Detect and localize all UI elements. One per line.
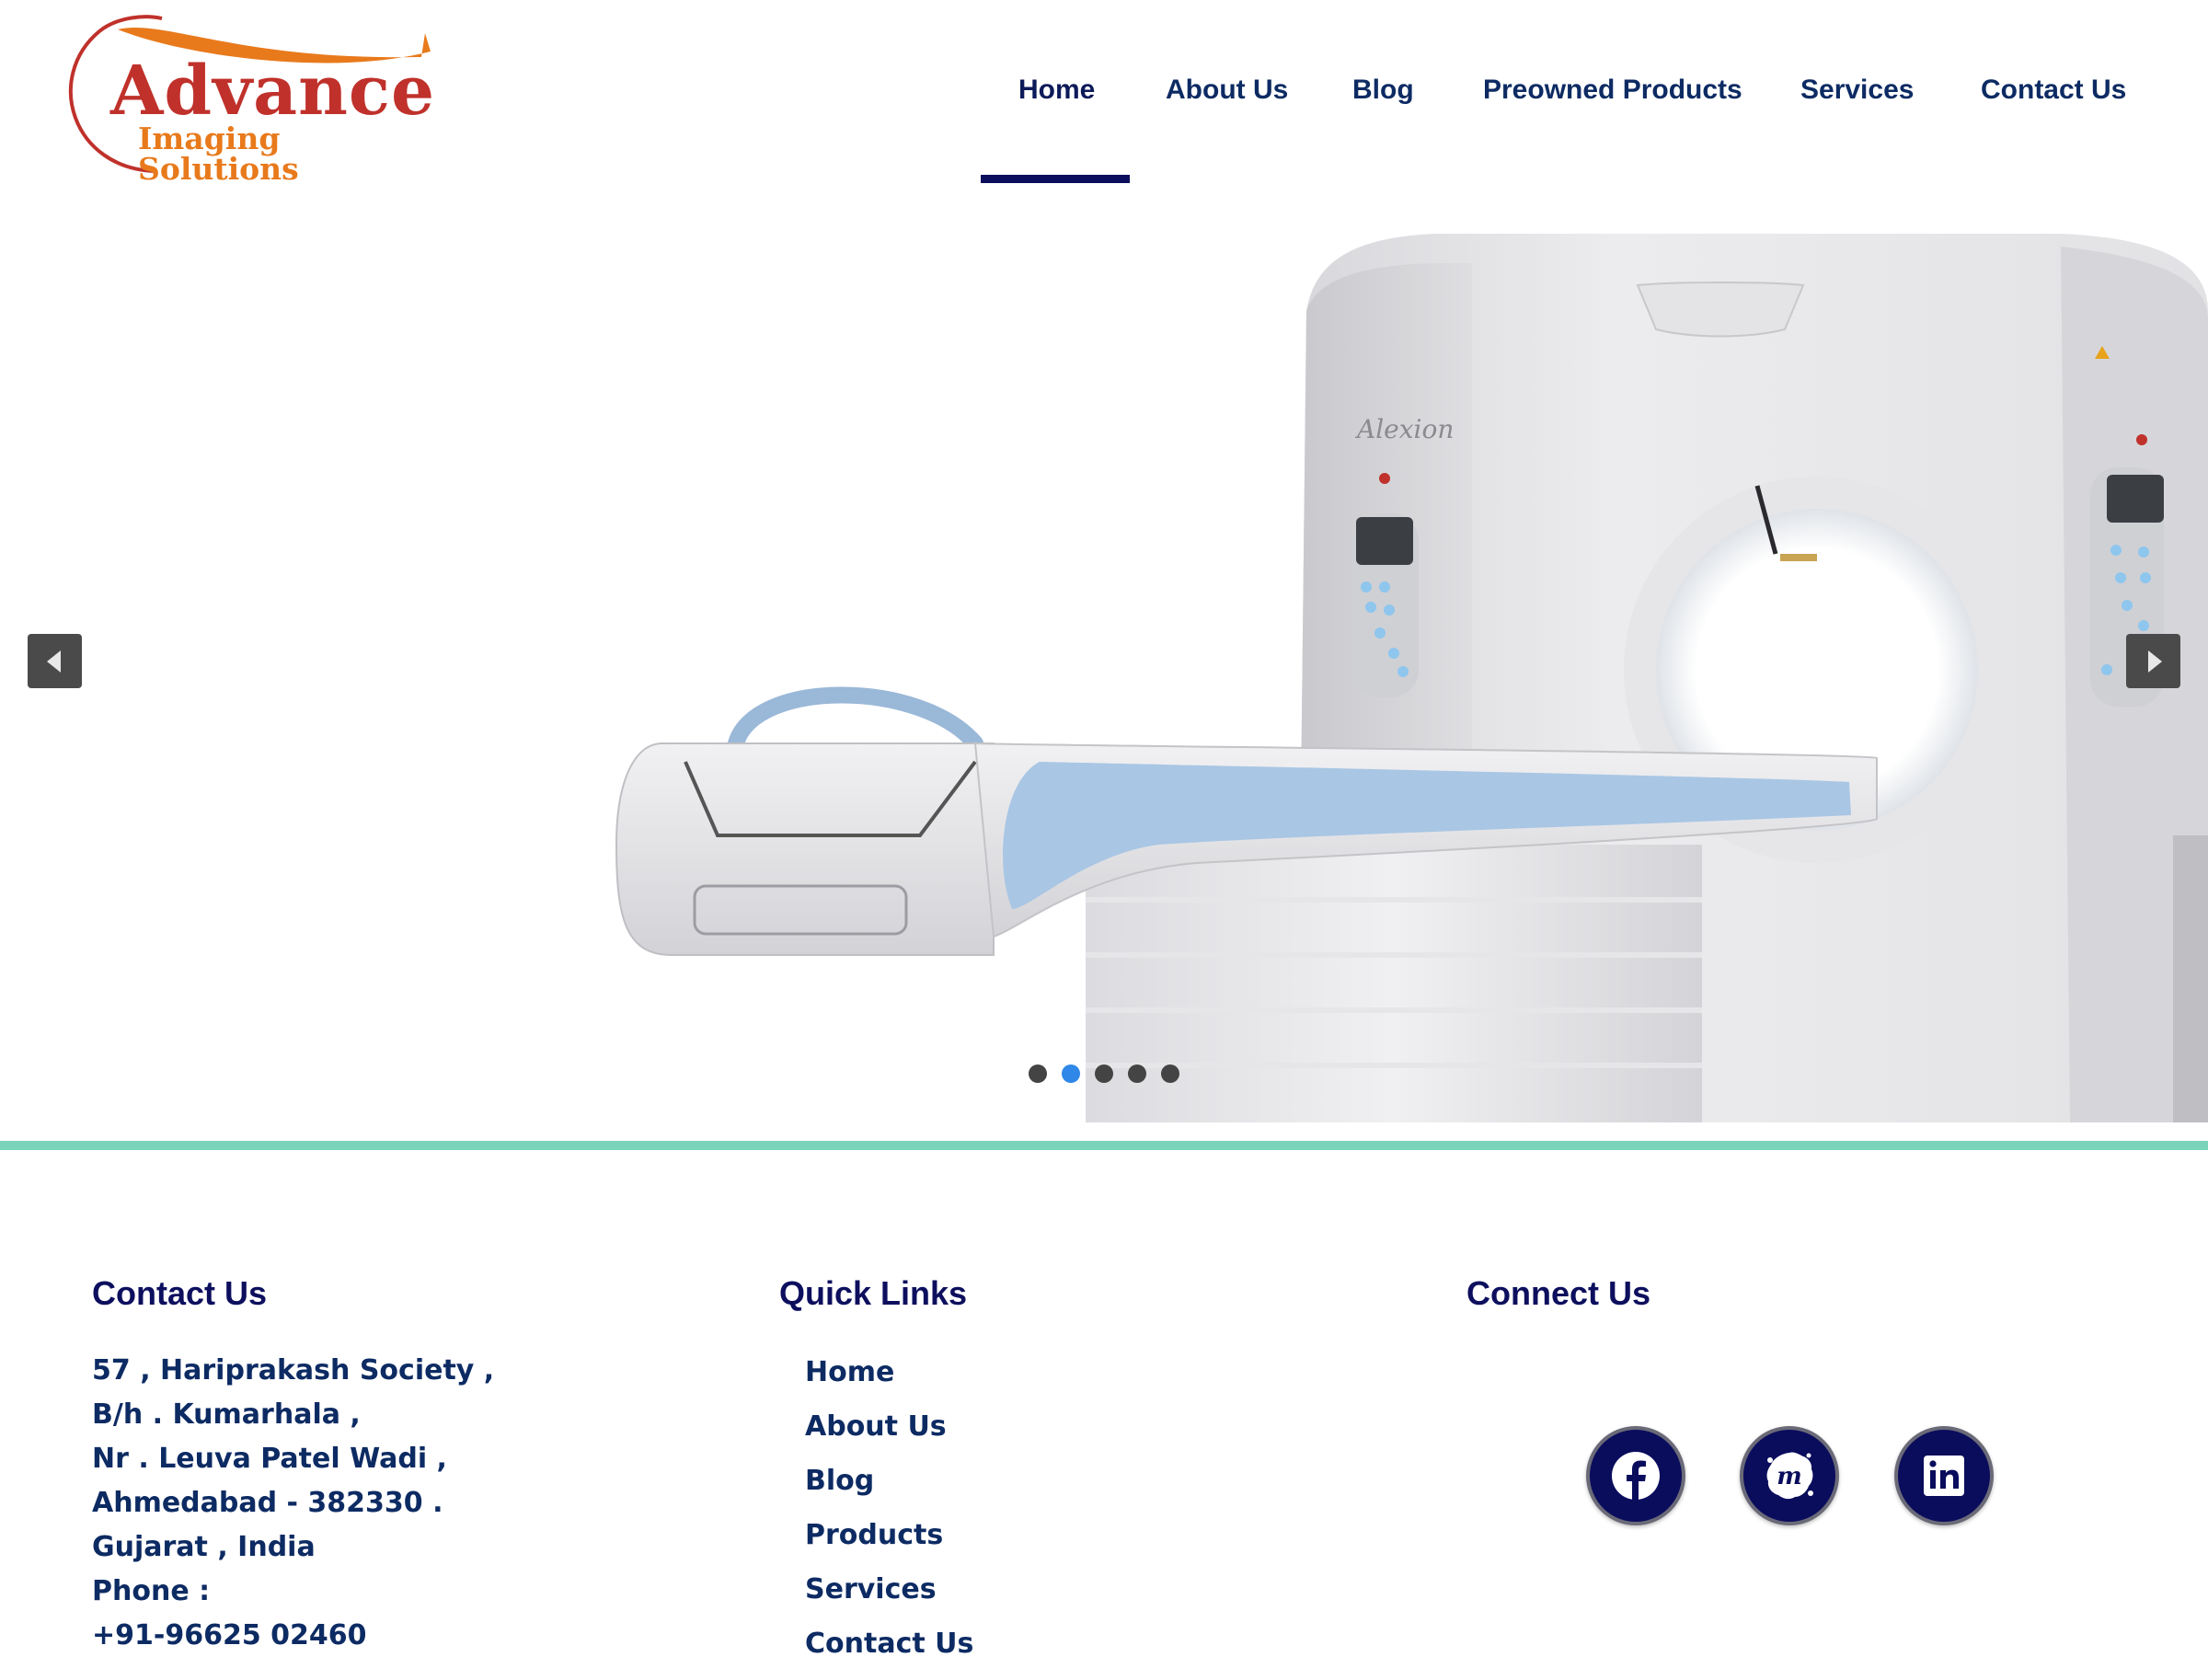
quick-link-blog[interactable]: Blog	[805, 1463, 973, 1517]
chevron-right-icon	[2147, 650, 2162, 673]
main-nav: Home About Us Blog Preowned Products Ser…	[0, 72, 2208, 109]
slider-next-button[interactable]	[2126, 634, 2180, 688]
slider-dot-5[interactable]	[1161, 1064, 1179, 1083]
quick-link-home[interactable]: Home	[805, 1354, 973, 1409]
chevron-left-icon	[46, 650, 61, 673]
contact-heading: Contact Us	[92, 1274, 268, 1312]
nav-active-indicator	[981, 175, 1130, 183]
linkedin-icon	[1924, 1456, 1964, 1496]
address-line: B/h . Kumarhala ,	[92, 1398, 361, 1431]
connect-heading: Connect Us	[1466, 1274, 1651, 1312]
quick-links-heading: Quick Links	[779, 1274, 968, 1312]
slider-prev-button[interactable]	[28, 634, 82, 688]
nav-blog[interactable]: Blog	[1352, 72, 1414, 109]
hero-slider: Alexion	[0, 201, 2208, 1122]
quick-link-contact-us[interactable]: Contact Us	[805, 1626, 973, 1680]
quick-link-about-us[interactable]: About Us	[805, 1409, 973, 1463]
address-line: Gujarat , India	[92, 1531, 316, 1563]
slider-dot-4[interactable]	[1128, 1064, 1146, 1083]
address-line: Nr . Leuva Patel Wadi ,	[92, 1443, 447, 1475]
quick-links-list: Home About Us Blog Products Services Con…	[805, 1354, 973, 1680]
linkedin-link[interactable]	[1894, 1426, 1994, 1525]
phone-number[interactable]: +91-96625 02460	[92, 1614, 494, 1658]
slider-dot-1[interactable]	[1029, 1064, 1047, 1083]
slider-dot-2[interactable]	[1062, 1064, 1080, 1083]
phone-label: Phone :	[92, 1575, 211, 1607]
ct-scanner-image: Alexion	[615, 234, 2208, 1122]
site-footer: Contact Us 57 , Hariprakash Society , B/…	[0, 1150, 2208, 1660]
nav-preowned-products[interactable]: Preowned Products	[1483, 72, 1742, 109]
contact-address: 57 , Hariprakash Society , B/h . Kumarha…	[92, 1349, 494, 1658]
quick-link-services[interactable]: Services	[805, 1571, 973, 1626]
brand-tagline: Imaging Solutions	[138, 121, 299, 187]
svg-text:m: m	[1777, 1463, 1802, 1490]
section-divider	[0, 1141, 2208, 1150]
quick-link-products[interactable]: Products	[805, 1517, 973, 1571]
slider-dot-3[interactable]	[1095, 1064, 1113, 1083]
address-line: Ahmedabad - 382330 .	[92, 1487, 443, 1519]
site-header: Advance Imaging Solutions Home About Us …	[0, 0, 2208, 184]
nav-services[interactable]: Services	[1800, 72, 1914, 109]
address-line: 57 , Hariprakash Society ,	[92, 1354, 495, 1387]
machine-label: Alexion	[1354, 414, 1454, 444]
nav-about-us[interactable]: About Us	[1166, 72, 1288, 109]
nav-home[interactable]: Home	[1018, 72, 1095, 109]
meetup-link[interactable]: m	[1740, 1426, 1839, 1525]
facebook-icon	[1612, 1452, 1660, 1500]
meetup-icon: m	[1766, 1452, 1813, 1500]
nav-contact-us[interactable]: Contact Us	[1981, 72, 2126, 109]
facebook-link[interactable]	[1586, 1426, 1685, 1525]
